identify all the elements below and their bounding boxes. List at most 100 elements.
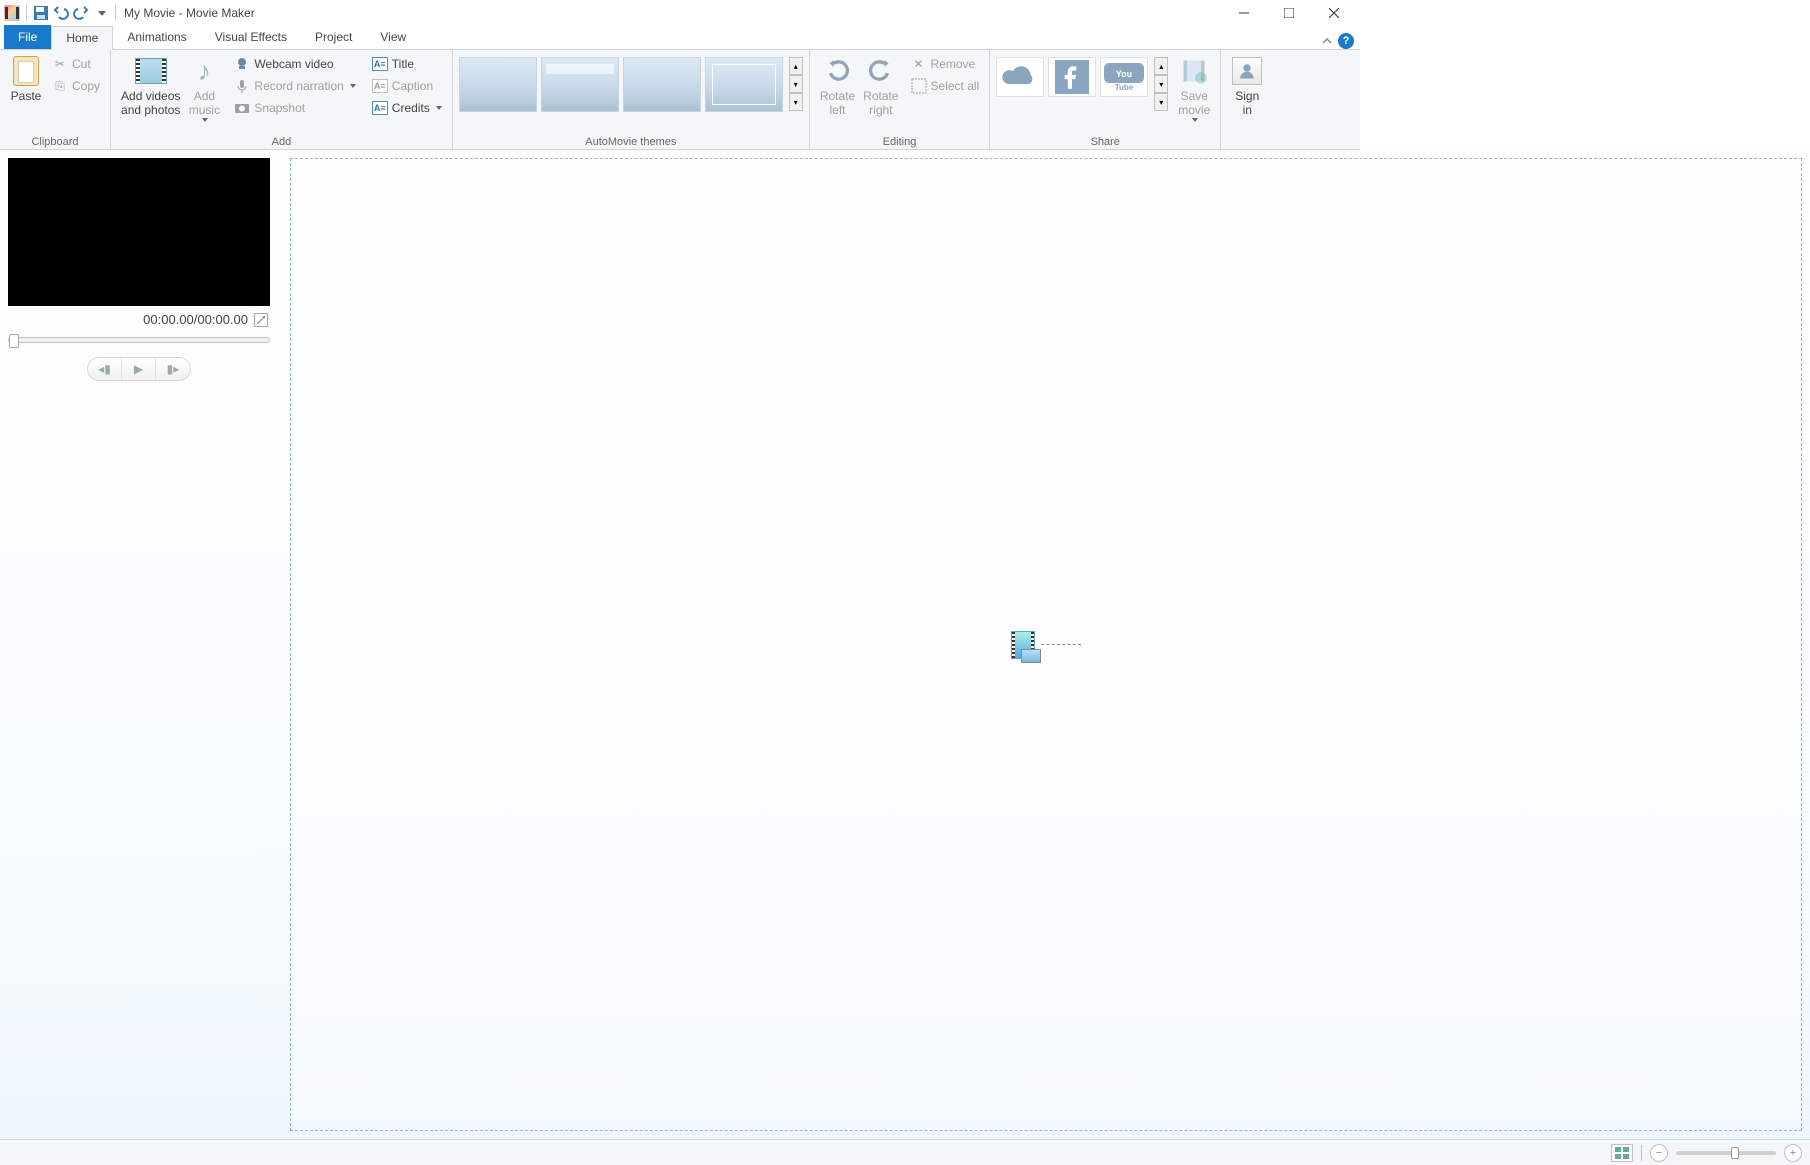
share-gallery: You Tube ▴ ▾ ▾ bbox=[996, 53, 1168, 111]
title-icon: A≡ bbox=[372, 57, 388, 71]
rotate-left-label: Rotate left bbox=[820, 89, 855, 118]
status-bar: − + bbox=[0, 1139, 1810, 1165]
next-frame-button[interactable]: ▮▸ bbox=[156, 358, 190, 380]
prev-frame-button[interactable]: ◂▮ bbox=[88, 358, 122, 380]
save-icon[interactable] bbox=[33, 5, 49, 21]
gallery-more[interactable]: ▾ bbox=[789, 93, 803, 111]
zoom-slider[interactable] bbox=[1676, 1151, 1776, 1155]
zoom-thumb[interactable] bbox=[1731, 1147, 1739, 1159]
rotate-right-label: Rotate right bbox=[863, 89, 898, 118]
sign-in-button[interactable]: Sign in bbox=[1227, 53, 1267, 120]
share-scroll-down[interactable]: ▾ bbox=[1154, 75, 1168, 93]
fullscreen-button[interactable] bbox=[254, 313, 268, 327]
minimize-button[interactable] bbox=[1221, 0, 1266, 26]
group-add: Add videos and photos ♪ Add music Webcam… bbox=[111, 50, 453, 149]
snapshot-button[interactable]: Snapshot bbox=[230, 97, 359, 119]
theme-thumb-3[interactable] bbox=[623, 57, 701, 112]
share-scroll-up[interactable]: ▴ bbox=[1154, 57, 1168, 75]
record-narration-button[interactable]: Record narration bbox=[230, 75, 359, 97]
delete-icon: ✕ bbox=[911, 56, 927, 72]
rotate-left-icon bbox=[824, 58, 850, 84]
help-icon[interactable]: ? bbox=[1338, 33, 1354, 49]
tab-visual-effects[interactable]: Visual Effects bbox=[201, 25, 301, 49]
music-note-icon: ♪ bbox=[198, 58, 211, 84]
automovie-gallery[interactable]: ▴ ▾ ▾ bbox=[459, 53, 803, 112]
tab-home[interactable]: Home bbox=[51, 26, 113, 50]
group-signin: Sign in bbox=[1221, 50, 1273, 149]
credits-icon: A≡ bbox=[372, 101, 388, 115]
user-icon bbox=[1232, 57, 1262, 85]
remove-button[interactable]: ✕ Remove bbox=[907, 53, 984, 75]
theme-thumb-1[interactable] bbox=[459, 57, 537, 112]
theme-thumb-2[interactable] bbox=[541, 57, 619, 112]
paste-label: Paste bbox=[11, 89, 42, 103]
svg-text:You: You bbox=[1116, 69, 1132, 79]
tab-animations[interactable]: Animations bbox=[113, 25, 200, 49]
add-media-label: Add videos and photos bbox=[121, 89, 180, 118]
save-movie-icon bbox=[1180, 57, 1208, 85]
play-button[interactable]: ▶ bbox=[122, 358, 156, 380]
caption-button[interactable]: A≡ Caption bbox=[368, 75, 446, 97]
media-icon bbox=[135, 58, 167, 84]
close-button[interactable] bbox=[1311, 0, 1356, 26]
preview-canvas[interactable] bbox=[8, 158, 270, 306]
rotate-right-button[interactable]: Rotate right bbox=[859, 53, 902, 120]
select-all-button[interactable]: Select all bbox=[907, 75, 984, 97]
transport-controls: ◂▮ ▶ ▮▸ bbox=[8, 357, 270, 381]
group-clipboard: Paste ✂ Cut ⎘ Copy Clipboard bbox=[0, 50, 111, 149]
cut-button[interactable]: ✂ Cut bbox=[48, 53, 104, 75]
theme-thumb-4[interactable] bbox=[705, 57, 783, 112]
share-youtube[interactable]: You Tube bbox=[1100, 57, 1148, 97]
window-title: My Movie - Movie Maker bbox=[124, 6, 255, 20]
group-automovie: ▴ ▾ ▾ AutoMovie themes bbox=[453, 50, 810, 149]
tab-project[interactable]: Project bbox=[301, 25, 366, 49]
add-videos-photos-button[interactable]: Add videos and photos bbox=[117, 53, 184, 120]
share-facebook[interactable] bbox=[1048, 57, 1096, 97]
share-more[interactable]: ▾ bbox=[1154, 93, 1168, 111]
copy-button[interactable]: ⎘ Copy bbox=[48, 75, 104, 97]
title-label: Title bbox=[392, 57, 414, 71]
undo-icon[interactable] bbox=[53, 5, 69, 21]
sign-in-label: Sign in bbox=[1235, 89, 1259, 118]
rotate-left-button[interactable]: Rotate left bbox=[816, 53, 859, 120]
redo-icon[interactable] bbox=[73, 5, 89, 21]
qat-customize[interactable] bbox=[93, 5, 109, 21]
gallery-scroll-down[interactable]: ▾ bbox=[789, 75, 803, 93]
ribbon: Paste ✂ Cut ⎘ Copy Clipboard Add videos … bbox=[0, 50, 1360, 150]
title-bar: My Movie - Movie Maker bbox=[0, 0, 1360, 26]
tab-view[interactable]: View bbox=[366, 25, 420, 49]
gallery-scroll-up[interactable]: ▴ bbox=[789, 57, 803, 75]
microphone-icon bbox=[234, 78, 250, 94]
save-movie-button[interactable]: Save movie bbox=[1174, 53, 1214, 124]
webcam-video-button[interactable]: Webcam video bbox=[230, 53, 359, 75]
credits-button[interactable]: A≡ Credits bbox=[368, 97, 446, 119]
main-area: 00:00.00/00:00.00 ◂▮ ▶ ▮▸ bbox=[0, 150, 1810, 1139]
storyboard[interactable] bbox=[290, 158, 1802, 1131]
collapse-ribbon-icon[interactable] bbox=[1322, 36, 1332, 46]
credits-label: Credits bbox=[392, 101, 430, 115]
group-label-editing: Editing bbox=[816, 134, 983, 149]
playback-scrubber[interactable] bbox=[8, 337, 270, 343]
maximize-button[interactable] bbox=[1266, 0, 1311, 26]
thumbnail-view-button[interactable] bbox=[1611, 1144, 1633, 1162]
svg-text:Tube: Tube bbox=[1115, 83, 1134, 91]
webcam-icon bbox=[234, 56, 250, 72]
paste-button[interactable]: Paste bbox=[6, 53, 46, 105]
webcam-label: Webcam video bbox=[254, 57, 333, 71]
share-onedrive[interactable] bbox=[996, 57, 1044, 97]
zoom-in-button[interactable]: + bbox=[1784, 1144, 1802, 1162]
rotate-right-icon bbox=[868, 58, 894, 84]
copy-label: Copy bbox=[72, 79, 100, 93]
title-button[interactable]: A≡ Title bbox=[368, 53, 446, 75]
group-editing: Rotate left Rotate right ✕ Remove Select… bbox=[810, 50, 990, 149]
group-label-signin bbox=[1227, 134, 1267, 149]
photo-icon bbox=[1021, 649, 1041, 663]
select-all-label: Select all bbox=[931, 79, 980, 93]
scissors-icon: ✂ bbox=[52, 56, 68, 72]
tab-file[interactable]: File bbox=[4, 25, 51, 49]
scrubber-thumb[interactable] bbox=[9, 334, 19, 348]
add-music-button[interactable]: ♪ Add music bbox=[184, 53, 224, 124]
zoom-out-button[interactable]: − bbox=[1650, 1144, 1668, 1162]
caption-icon: A≡ bbox=[372, 79, 388, 93]
group-label-automovie: AutoMovie themes bbox=[459, 134, 803, 149]
